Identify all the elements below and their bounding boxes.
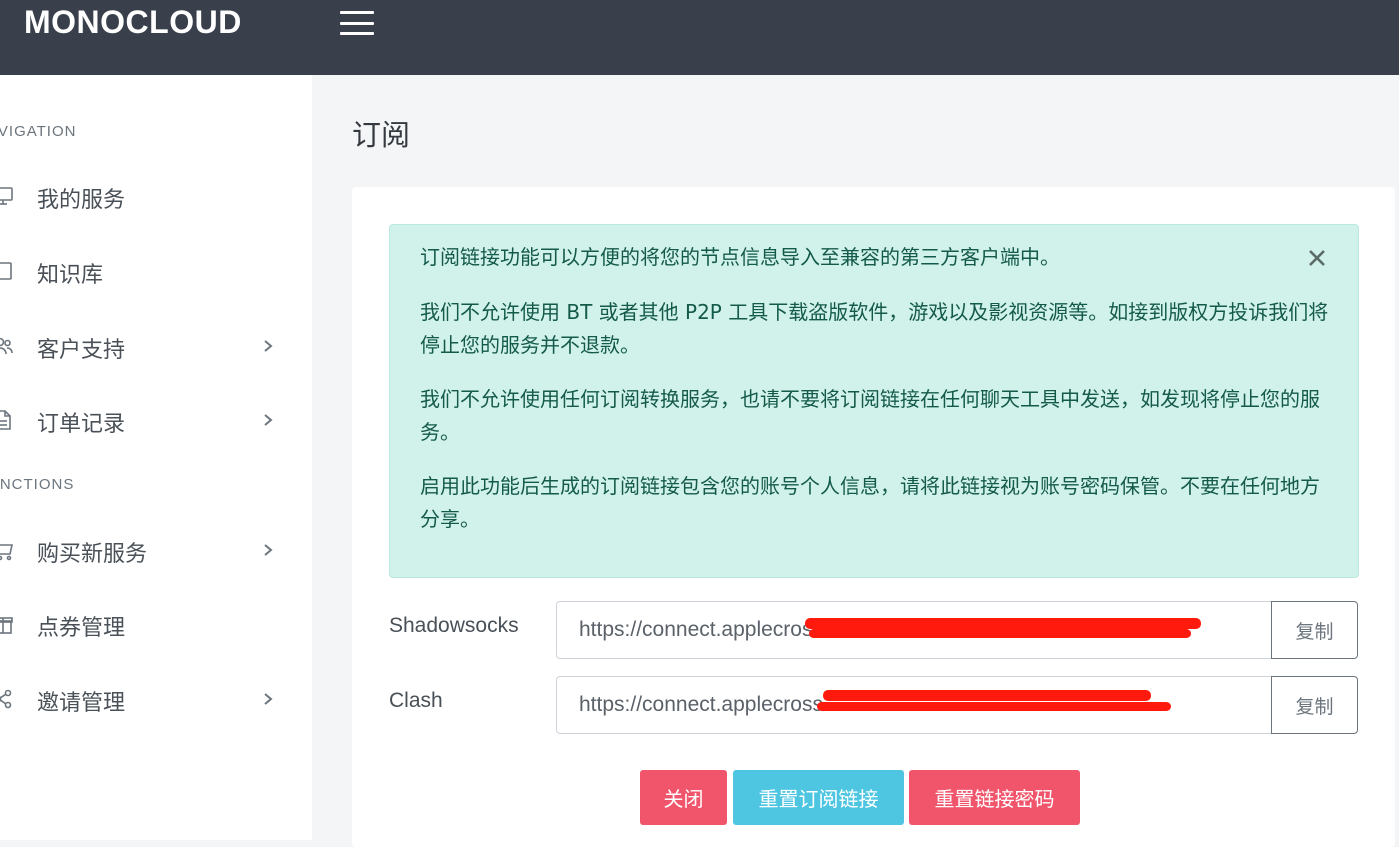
shadowsocks-link-row: Shadowsocks 复制 [389, 601, 1358, 659]
chevron-right-icon [260, 540, 276, 560]
redaction-mark [809, 629, 1191, 638]
sidebar-item-coupons[interactable]: 点券管理 [0, 600, 312, 650]
monitor-icon [0, 185, 14, 207]
sidebar-item-knowledge-base[interactable]: 知识库 [0, 247, 312, 297]
gift-icon [0, 613, 14, 635]
close-icon[interactable] [1306, 247, 1328, 269]
sidebar-item-label: 客户支持 [37, 338, 126, 363]
copy-clash-button[interactable]: 复制 [1271, 676, 1358, 734]
cart-icon [0, 539, 14, 561]
book-icon [0, 260, 14, 282]
sidebar: AVIGATION 我的服务 知识库 客户支持 订单记录 UNCTIONS [0, 75, 312, 840]
sidebar-item-orders[interactable]: 订单记录 [0, 396, 312, 446]
page-title: 订阅 [352, 118, 411, 152]
users-icon [0, 335, 14, 357]
file-icon [0, 409, 14, 431]
sidebar-item-label: 我的服务 [37, 188, 126, 213]
sidebar-item-buy-service[interactable]: 购买新服务 [0, 526, 312, 576]
sidebar-heading-functions: UNCTIONS [0, 476, 75, 493]
close-button[interactable]: 关闭 [640, 770, 727, 825]
menu-toggle-icon[interactable] [340, 11, 374, 35]
redaction-mark [805, 618, 1201, 629]
sidebar-item-label: 订单记录 [37, 412, 126, 437]
reset-link-password-button[interactable]: 重置链接密码 [909, 770, 1080, 825]
sidebar-item-label: 点券管理 [37, 616, 126, 641]
shadowsocks-label: Shadowsocks [389, 614, 519, 637]
sidebar-item-invites[interactable]: 邀请管理 [0, 675, 312, 725]
alert-paragraph: 我们不允许使用任何订阅转换服务，也请不要将订阅链接在任何聊天工具中发送，如发现将… [420, 387, 1320, 444]
sidebar-item-support[interactable]: 客户支持 [0, 322, 312, 372]
copy-shadowsocks-button[interactable]: 复制 [1271, 601, 1358, 659]
sidebar-heading-navigation: AVIGATION [0, 123, 77, 140]
sidebar-item-label: 购买新服务 [37, 542, 148, 567]
chevron-right-icon [260, 689, 276, 709]
alert-paragraph: 订阅链接功能可以方便的将您的节点信息导入至兼容的第三方客户端中。 [420, 245, 1060, 269]
sidebar-item-label: 知识库 [37, 263, 104, 288]
redaction-mark [817, 702, 1171, 711]
info-alert: 订阅链接功能可以方便的将您的节点信息导入至兼容的第三方客户端中。 我们不允许使用… [389, 224, 1359, 578]
top-navbar: MONOCLOUD [0, 0, 1399, 75]
sidebar-item-label: 邀请管理 [37, 691, 126, 716]
alert-paragraph: 启用此功能后生成的订阅链接包含您的账号个人信息，请将此链接视为账号密码保管。不要… [420, 474, 1320, 531]
reset-subscription-link-button[interactable]: 重置订阅链接 [733, 770, 904, 825]
alert-paragraph: 我们不允许使用 BT 或者其他 P2P 工具下载盗版软件，游戏以及影视资源等。如… [420, 300, 1329, 357]
sidebar-item-my-services[interactable]: 我的服务 [0, 172, 312, 222]
brand-logo[interactable]: MONOCLOUD [24, 4, 242, 41]
redaction-mark [823, 690, 1151, 701]
chevron-right-icon [260, 336, 276, 356]
chevron-right-icon [260, 410, 276, 430]
share-icon [0, 688, 14, 710]
clash-label: Clash [389, 689, 443, 712]
clash-link-row: Clash 复制 [389, 676, 1358, 734]
